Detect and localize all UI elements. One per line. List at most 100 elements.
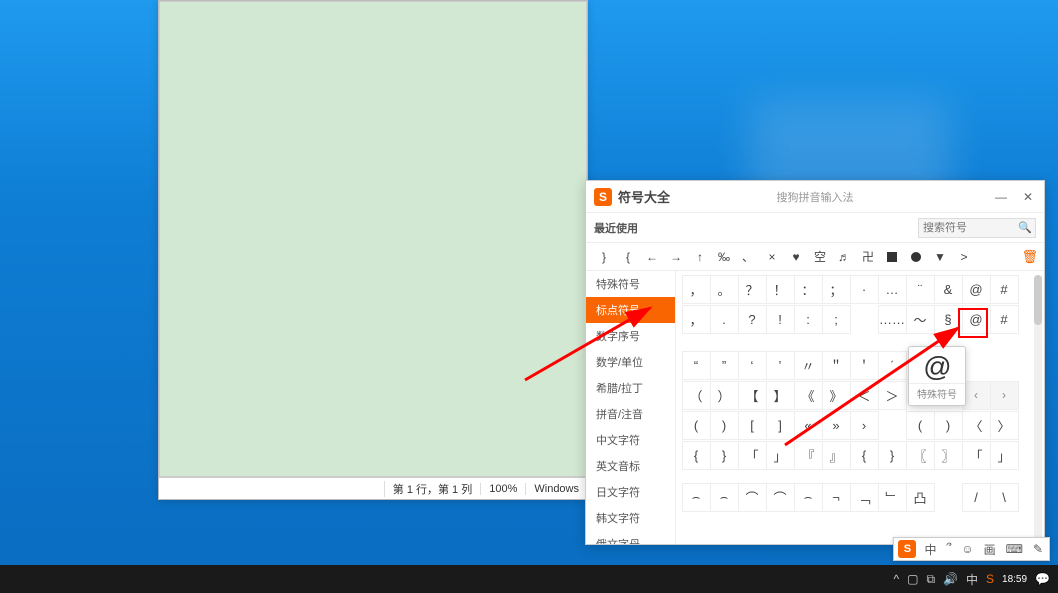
tray-sogou-icon[interactable]: S [986,572,994,586]
symbol-cell[interactable]: ） [710,381,739,410]
symbol-cell[interactable]: ﹁ [850,483,879,512]
close-button[interactable]: ✕ [1020,190,1036,204]
recent-symbol[interactable]: > [952,246,976,268]
symbol-cell[interactable]: ( [682,411,711,440]
symbol-cell[interactable]: 【 [738,381,767,410]
symbol-cell[interactable]: ? [738,305,767,334]
symbol-cell[interactable]: ; [822,305,851,334]
recent-symbol[interactable] [784,246,808,268]
category-item[interactable]: 希腊/拉丁 [586,375,675,401]
symbol-cell[interactable]: { [850,441,879,470]
symbol-cell[interactable]: & [934,275,963,304]
symbol-cell[interactable]: “ [682,351,711,380]
recent-symbol[interactable]: { [616,246,640,268]
symbol-cell[interactable]: 《 [794,381,823,410]
recent-symbol[interactable]: ← [640,246,664,268]
symbol-cell[interactable]: ， [682,275,711,304]
category-item[interactable]: 特殊符号 [586,271,675,297]
symbol-cell[interactable]: ＞ [878,381,907,410]
recent-symbol[interactable]: ↑ [688,246,712,268]
recent-symbol[interactable]: × [760,246,784,268]
symbol-cell[interactable]: [ [738,411,767,440]
tray-volume-icon[interactable]: 🔊 [943,572,958,586]
symbol-cell[interactable]: @ [962,275,991,304]
tray-network-icon[interactable]: ⧉ [926,572,935,587]
symbol-cell[interactable]: ¨ [906,275,935,304]
ime-floating-bar[interactable]: S 中 ՞ ☺ 画 ⌨ ✎ [893,537,1050,561]
symbol-cell[interactable]: ¬ [822,483,851,512]
category-item[interactable]: 数学/单位 [586,349,675,375]
symbol-cell[interactable]: \ [990,483,1019,512]
category-item-active[interactable]: 标点符号 [586,297,675,323]
symbol-cell[interactable]: ＇ [850,351,879,380]
recent-symbol[interactable] [904,246,928,268]
symbol-cell[interactable]: ‘ [738,351,767,380]
symbol-cell[interactable]: ’ [766,351,795,380]
search-input[interactable] [923,222,1018,234]
symbol-cell[interactable]: ⌒ [738,483,767,512]
symbol-cell[interactable]: ？ [738,275,767,304]
symbol-cell[interactable]: ⌢ [710,483,739,512]
symbol-cell[interactable]: › [850,411,879,440]
symbol-cell[interactable]: 〈 [962,411,991,440]
scrollbar-thumb[interactable] [1034,275,1042,325]
category-item[interactable]: 拼音/注音 [586,401,675,427]
symbol-cell[interactable]: ； [822,275,851,304]
symbol-cell[interactable]: 「 [962,441,991,470]
ime-settings-button[interactable]: ✎ [1031,542,1045,556]
symbol-cell[interactable]: ＂ [822,351,851,380]
symbol-cell[interactable]: ＜ [850,381,879,410]
category-item[interactable]: 日文字符 [586,479,675,505]
symbol-cell[interactable]: « [794,411,823,440]
symbol-cell[interactable]: …… [878,305,907,334]
symbol-cell[interactable]: ， [682,305,711,334]
search-box[interactable]: 🔍 [918,218,1036,238]
recent-symbol[interactable]: ‰ [712,246,736,268]
symbol-cell[interactable]: . [710,305,739,334]
symbol-cell[interactable]: 】 [766,381,795,410]
symbol-cell[interactable]: ” [710,351,739,380]
symbol-cell[interactable]: 》 [822,381,851,410]
recent-symbol[interactable]: ▼ [928,246,952,268]
category-item[interactable]: 数字序号 [586,323,675,349]
symbol-cell[interactable]: ⌢ [682,483,711,512]
symbol-cell[interactable]: { [682,441,711,470]
symbol-cell[interactable]: 」 [990,441,1019,470]
symbol-cell[interactable]: 〖 [906,441,935,470]
ime-emoji-button[interactable]: ☺ [959,542,975,556]
symbol-cell[interactable]: 〃 [794,351,823,380]
symbol-cell[interactable]: 。 [710,275,739,304]
symbol-cell[interactable]: # [990,275,1019,304]
symbol-cell[interactable]: ( [906,411,935,440]
symbol-cell[interactable]: 〉 [990,411,1019,440]
ime-softkbd-button[interactable]: ⌨ [1004,542,1025,556]
recent-symbol[interactable]: 卍 [856,246,880,268]
symbol-cell[interactable]: · [850,275,879,304]
category-item[interactable]: 俄文字母 [586,531,675,544]
notification-icon[interactable]: 💬 [1035,572,1050,586]
taskbar-clock[interactable]: 18:59 [1002,574,1027,585]
symbol-cell[interactable]: （ [682,381,711,410]
symbol-cell[interactable]: ～ [906,305,935,334]
tray-chevron-icon[interactable]: ^ [893,572,899,586]
recent-symbol[interactable]: 空 [808,246,832,268]
symbol-cell[interactable]: ⌢ [794,483,823,512]
search-icon[interactable]: 🔍 [1018,221,1032,234]
recent-symbol[interactable] [880,246,904,268]
symbol-cell[interactable]: ： [794,275,823,304]
symbol-cell-at[interactable]: @ [962,305,991,334]
symbol-cell[interactable]: ! [766,305,795,334]
tray-ime-icon[interactable]: 中 [966,571,978,588]
symbol-cell[interactable]: 「 [738,441,767,470]
symbol-cell[interactable]: 』 [822,441,851,470]
symbol-cell[interactable]: … [878,275,907,304]
symbol-cell[interactable]: / [962,483,991,512]
symbol-cell[interactable]: : [794,305,823,334]
symbol-cell[interactable]: } [710,441,739,470]
ime-skin-button[interactable]: 画 [982,541,998,558]
symbol-cell[interactable]: 『 [794,441,823,470]
symbol-cell[interactable]: ] [766,411,795,440]
tray-battery-icon[interactable]: ▢ [907,572,918,586]
symbol-cell[interactable]: § [934,305,963,334]
symbol-cell[interactable]: 」 [766,441,795,470]
